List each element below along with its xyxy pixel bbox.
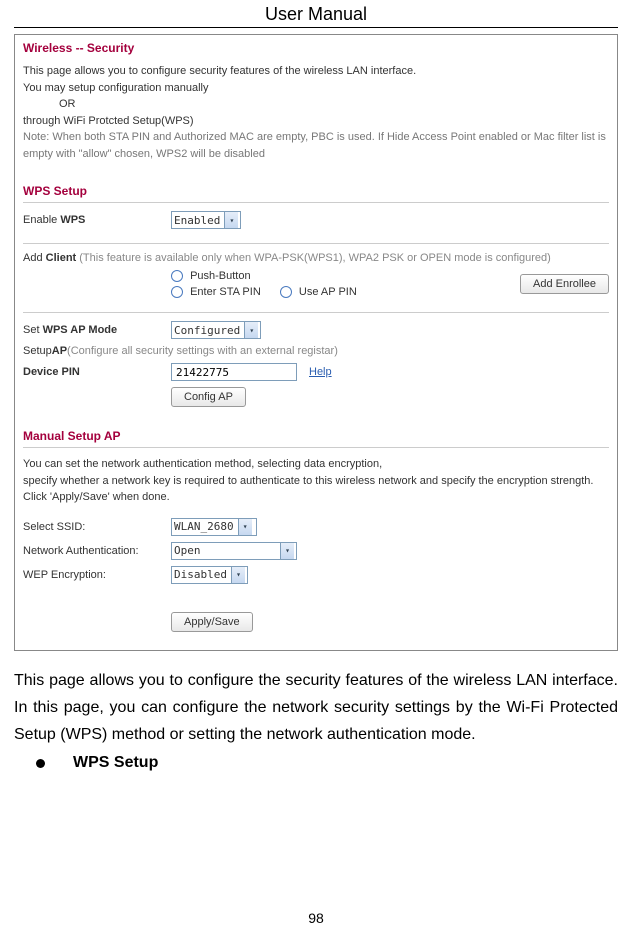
config-ap-row: Config AP [23,387,609,407]
network-auth-select[interactable]: Open ▾ [171,542,297,560]
label-bold: WPS [60,214,85,226]
manual-desc-3: Click 'Apply/Save' when done. [23,489,609,506]
wep-encryption-select[interactable]: Disabled ▾ [171,566,248,584]
device-pin-input[interactable] [171,363,297,381]
intro-line-3: through WiFi Protcted Setup(WPS) [23,113,609,130]
add-client-note: (This feature is available only when WPA… [76,252,551,264]
network-auth-row: Network Authentication: Open ▾ [23,542,609,560]
add-client-row: Add Client (This feature is available on… [23,252,609,264]
label-pre: Set [23,324,43,336]
add-client-label-bold: Client [46,252,77,264]
wps-ap-mode-select[interactable]: Configured ▾ [171,321,261,339]
select-value: Enabled [174,214,220,227]
select-value: WLAN_2680 [174,520,234,533]
network-auth-label: Network Authentication: [23,545,171,557]
label-bold: WPS AP Mode [43,324,118,336]
wep-encryption-label: WEP Encryption: [23,569,171,581]
screenshot-title: Wireless -- Security [23,41,609,55]
manual-desc-2: specify whether a network key is require… [23,473,609,490]
help-link[interactable]: Help [309,366,332,378]
intro-block: This page allows you to configure securi… [23,63,609,162]
label-pre: Enable [23,214,60,226]
radio-use-ap-label: Use AP PIN [299,286,357,298]
radio-enter-sta-label: Enter STA PIN [190,286,261,298]
device-pin-label: Device PIN [23,366,171,378]
note-label: Note: [23,131,49,143]
body-paragraph: This page allows you to configure the se… [14,667,618,749]
select-value: Configured [174,324,240,337]
wep-encryption-row: WEP Encryption: Disabled ▾ [23,566,609,584]
radio-push-button-label: Push-Button [190,270,251,282]
enable-wps-label: Enable WPS [23,214,171,226]
radio-enter-sta-pin[interactable] [171,286,183,298]
manual-setup-heading: Manual Setup AP [23,429,609,443]
chevron-down-icon: ▾ [244,322,258,338]
device-pin-row: Device PIN Help [23,363,609,381]
bullet-wps-setup: WPS Setup [14,754,618,772]
enable-wps-row: Enable WPS Enabled ▾ [23,211,609,229]
page-number: 98 [0,910,632,926]
manual-desc: You can set the network authentication m… [23,456,609,506]
add-enrollee-button[interactable]: Add Enrollee [520,274,609,294]
divider [23,312,609,313]
select-ssid-select[interactable]: WLAN_2680 ▾ [171,518,257,536]
setup-ap-label-pre: Setup [23,345,52,357]
apply-save-row: Apply/Save [23,612,609,632]
select-value: Open [174,544,276,557]
setup-ap-label-bold: AP [52,345,67,357]
wps-ap-mode-label: Set WPS AP Mode [23,324,171,336]
config-ap-button[interactable]: Config AP [171,387,246,407]
note-body: When both STA PIN and Authorized MAC are… [23,131,606,160]
manual-desc-1: You can set the network authentication m… [23,456,609,473]
chevron-down-icon: ▾ [231,567,245,583]
bullet-icon [36,759,45,768]
select-value: Disabled [174,568,227,581]
note-text: Note: When both STA PIN and Authorized M… [23,129,609,162]
setup-ap-note: (Configure all security settings with an… [67,345,338,357]
radio-push-button[interactable] [171,270,183,282]
chevron-down-icon: ▾ [238,519,252,535]
embedded-screenshot: Wireless -- Security This page allows yo… [14,34,618,651]
select-ssid-label: Select SSID: [23,521,171,533]
radio-use-ap-pin[interactable] [280,286,292,298]
intro-line-2: You may setup configuration manually [23,80,609,97]
divider [23,447,609,448]
chevron-down-icon: ▾ [280,543,294,559]
add-client-options-row: Push-Button Enter STA PIN Use AP PIN Add… [23,270,609,298]
divider [23,202,609,203]
enable-wps-select[interactable]: Enabled ▾ [171,211,241,229]
wps-ap-mode-row: Set WPS AP Mode Configured ▾ [23,321,609,339]
bullet-label: WPS Setup [73,754,158,772]
chevron-down-icon: ▾ [224,212,238,228]
wps-setup-heading: WPS Setup [23,184,609,198]
apply-save-button[interactable]: Apply/Save [171,612,253,632]
setup-ap-row: Setup AP (Configure all security setting… [23,345,609,357]
doc-header: User Manual [14,0,618,28]
select-ssid-row: Select SSID: WLAN_2680 ▾ [23,518,609,536]
intro-line-1: This page allows you to configure securi… [23,63,609,80]
add-client-label-pre: Add [23,252,46,264]
intro-or: OR [23,96,609,113]
divider [23,243,609,244]
